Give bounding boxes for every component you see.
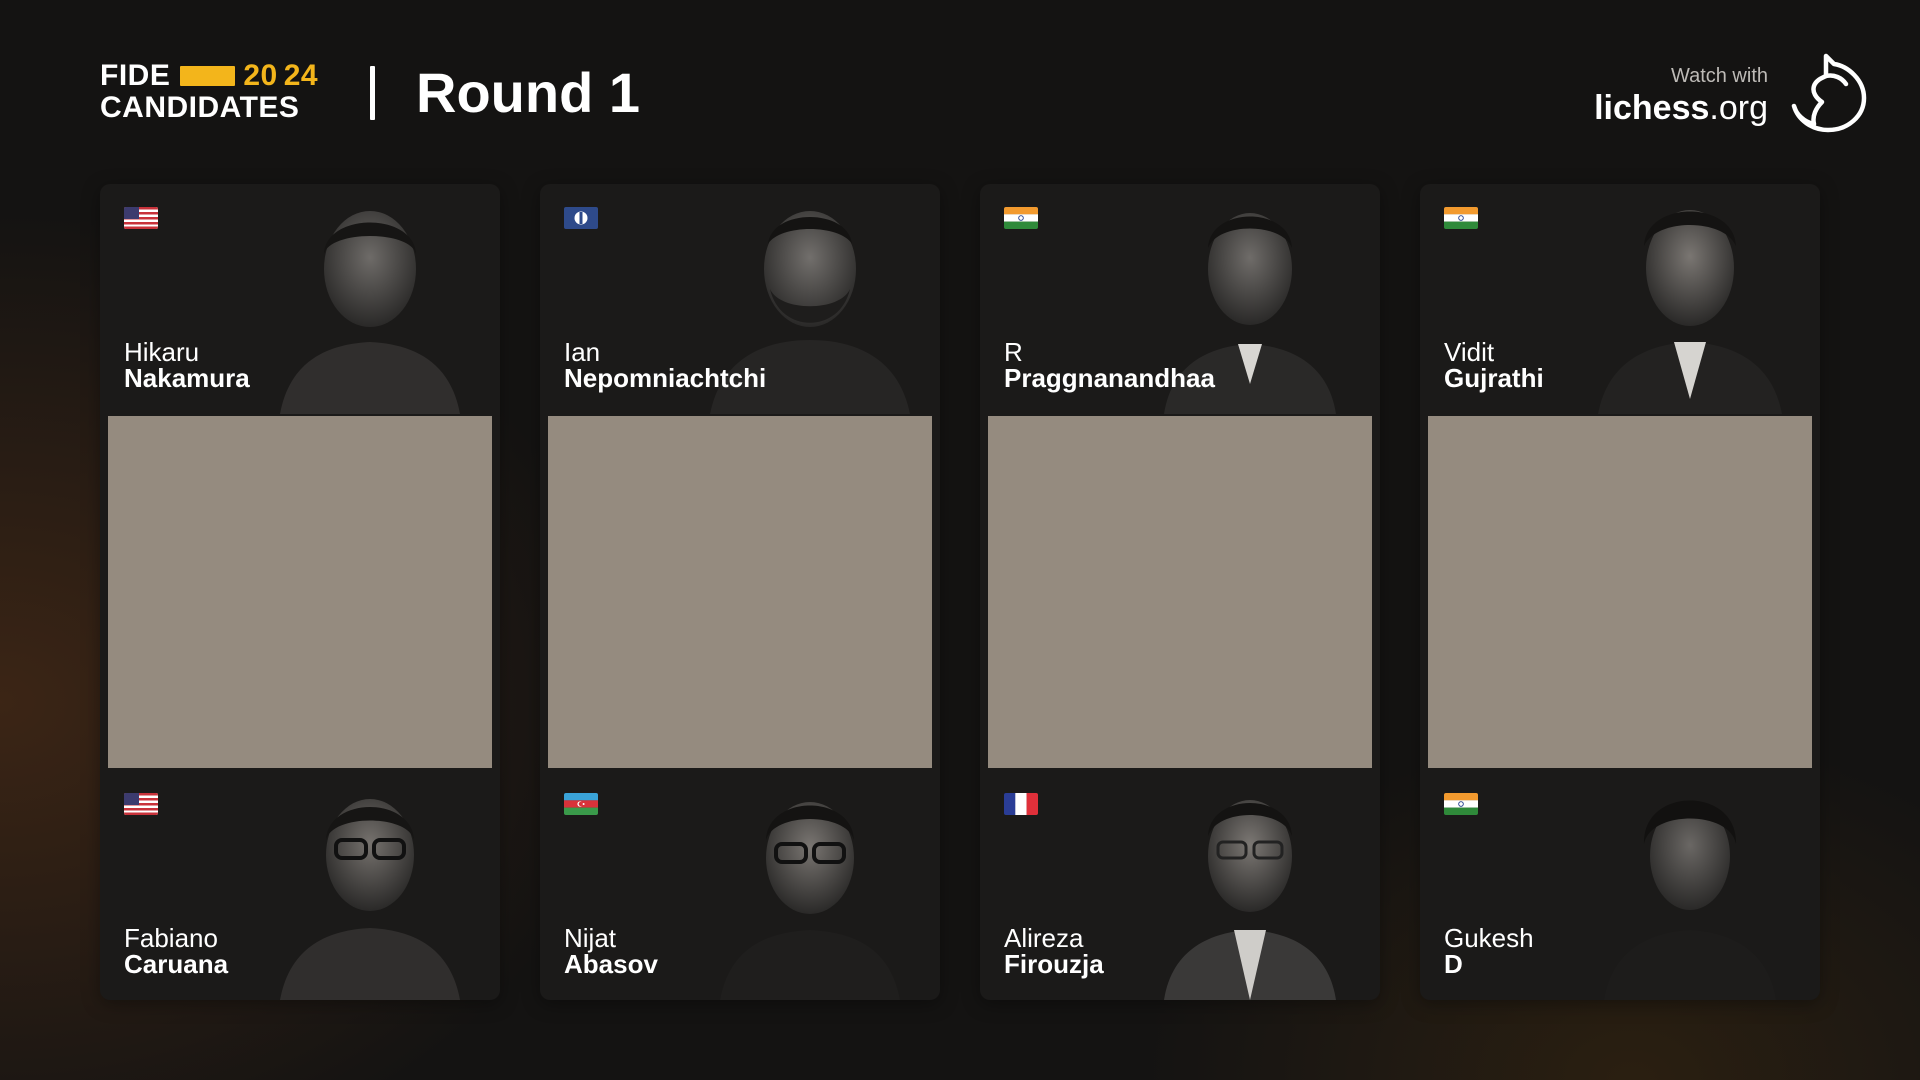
player-white: R Praggnanandhaa xyxy=(980,184,1380,414)
logo-year-part2: 24 xyxy=(283,59,319,92)
player-name: Ian Nepomniachtchi xyxy=(564,339,766,391)
lichess-bold: lichess xyxy=(1594,89,1710,127)
player-first-name: R xyxy=(1004,337,1023,367)
logo-word-fide: FIDE xyxy=(100,59,171,92)
lichess-knight-icon[interactable] xyxy=(1786,50,1870,134)
player-photo xyxy=(280,211,460,414)
player-name: R Praggnanandhaa xyxy=(1004,339,1215,391)
lichess-wordmark: lichess.org xyxy=(1594,88,1768,128)
game-card-1[interactable]: Hikaru Nakamura Fabiano Caruana xyxy=(100,184,500,1000)
game-card-2[interactable]: Ian Nepomniachtchi Nijat Abasov xyxy=(540,184,940,1000)
fide-candidates-logo: FIDE 20 24 CANDIDATES xyxy=(100,60,340,124)
header-divider xyxy=(370,66,375,120)
flag-france-icon xyxy=(1004,793,1038,815)
player-name: Nijat Abasov xyxy=(564,925,658,977)
lichess-suffix: .org xyxy=(1709,89,1768,127)
player-white: Hikaru Nakamura xyxy=(100,184,500,414)
player-last-name: Firouzja xyxy=(1004,949,1104,979)
player-name: Fabiano Caruana xyxy=(124,925,228,977)
watch-with-label: Watch with xyxy=(1670,65,1768,87)
player-photo xyxy=(1598,210,1782,414)
flag-usa-icon xyxy=(124,793,158,815)
player-last-name: D xyxy=(1444,949,1463,979)
player-photo xyxy=(720,802,900,1000)
game-card-4[interactable]: Vidit Gujrathi Gukesh D xyxy=(1420,184,1820,1000)
player-photo xyxy=(280,799,460,1000)
flag-india-icon xyxy=(1444,793,1478,815)
flag-azerbaijan-icon xyxy=(564,793,598,815)
player-black: Gukesh D xyxy=(1420,770,1820,1000)
player-black: Nijat Abasov xyxy=(540,770,940,1000)
player-first-name: Fabiano xyxy=(124,923,218,953)
round-title: Round 1 xyxy=(416,61,640,124)
player-name: Gukesh D xyxy=(1444,925,1534,977)
player-last-name: Praggnanandhaa xyxy=(1004,363,1215,393)
logo-word-candidates: CANDIDATES xyxy=(100,91,300,124)
player-first-name: Vidit xyxy=(1444,337,1495,367)
player-last-name: Gujrathi xyxy=(1444,363,1544,393)
watch-with-lichess[interactable]: Watch with lichess.org xyxy=(1594,64,1768,128)
player-name: Alireza Firouzja xyxy=(1004,925,1104,977)
chess-board-placeholder[interactable] xyxy=(108,416,492,768)
flag-india-icon xyxy=(1004,207,1038,229)
player-first-name: Alireza xyxy=(1004,923,1084,953)
player-photo xyxy=(1604,800,1776,1000)
chess-board-placeholder[interactable] xyxy=(548,416,932,768)
player-white: Vidit Gujrathi xyxy=(1420,184,1820,414)
player-first-name: Ian xyxy=(564,337,601,367)
flag-india-icon xyxy=(1444,207,1478,229)
player-name: Hikaru Nakamura xyxy=(124,339,250,391)
player-white: Ian Nepomniachtchi xyxy=(540,184,940,414)
flag-fide-icon xyxy=(564,207,598,229)
game-card-3[interactable]: R Praggnanandhaa Alireza Firouzja xyxy=(980,184,1380,1000)
player-first-name: Nijat xyxy=(564,923,617,953)
player-photo xyxy=(1164,800,1336,1000)
player-last-name: Nakamura xyxy=(124,363,250,393)
player-last-name: Caruana xyxy=(124,949,229,979)
player-first-name: Gukesh xyxy=(1444,923,1534,953)
player-black: Alireza Firouzja xyxy=(980,770,1380,1000)
flag-usa-icon xyxy=(124,207,158,229)
player-last-name: Abasov xyxy=(564,949,658,979)
chess-board-placeholder[interactable] xyxy=(1428,416,1812,768)
logo-yellow-bar xyxy=(180,66,236,86)
player-last-name: Nepomniachtchi xyxy=(564,363,767,393)
player-black: Fabiano Caruana xyxy=(100,770,500,1000)
player-first-name: Hikaru xyxy=(124,337,200,367)
logo-year-part1: 20 xyxy=(243,59,278,92)
player-name: Vidit Gujrathi xyxy=(1444,339,1544,391)
chess-board-placeholder[interactable] xyxy=(988,416,1372,768)
